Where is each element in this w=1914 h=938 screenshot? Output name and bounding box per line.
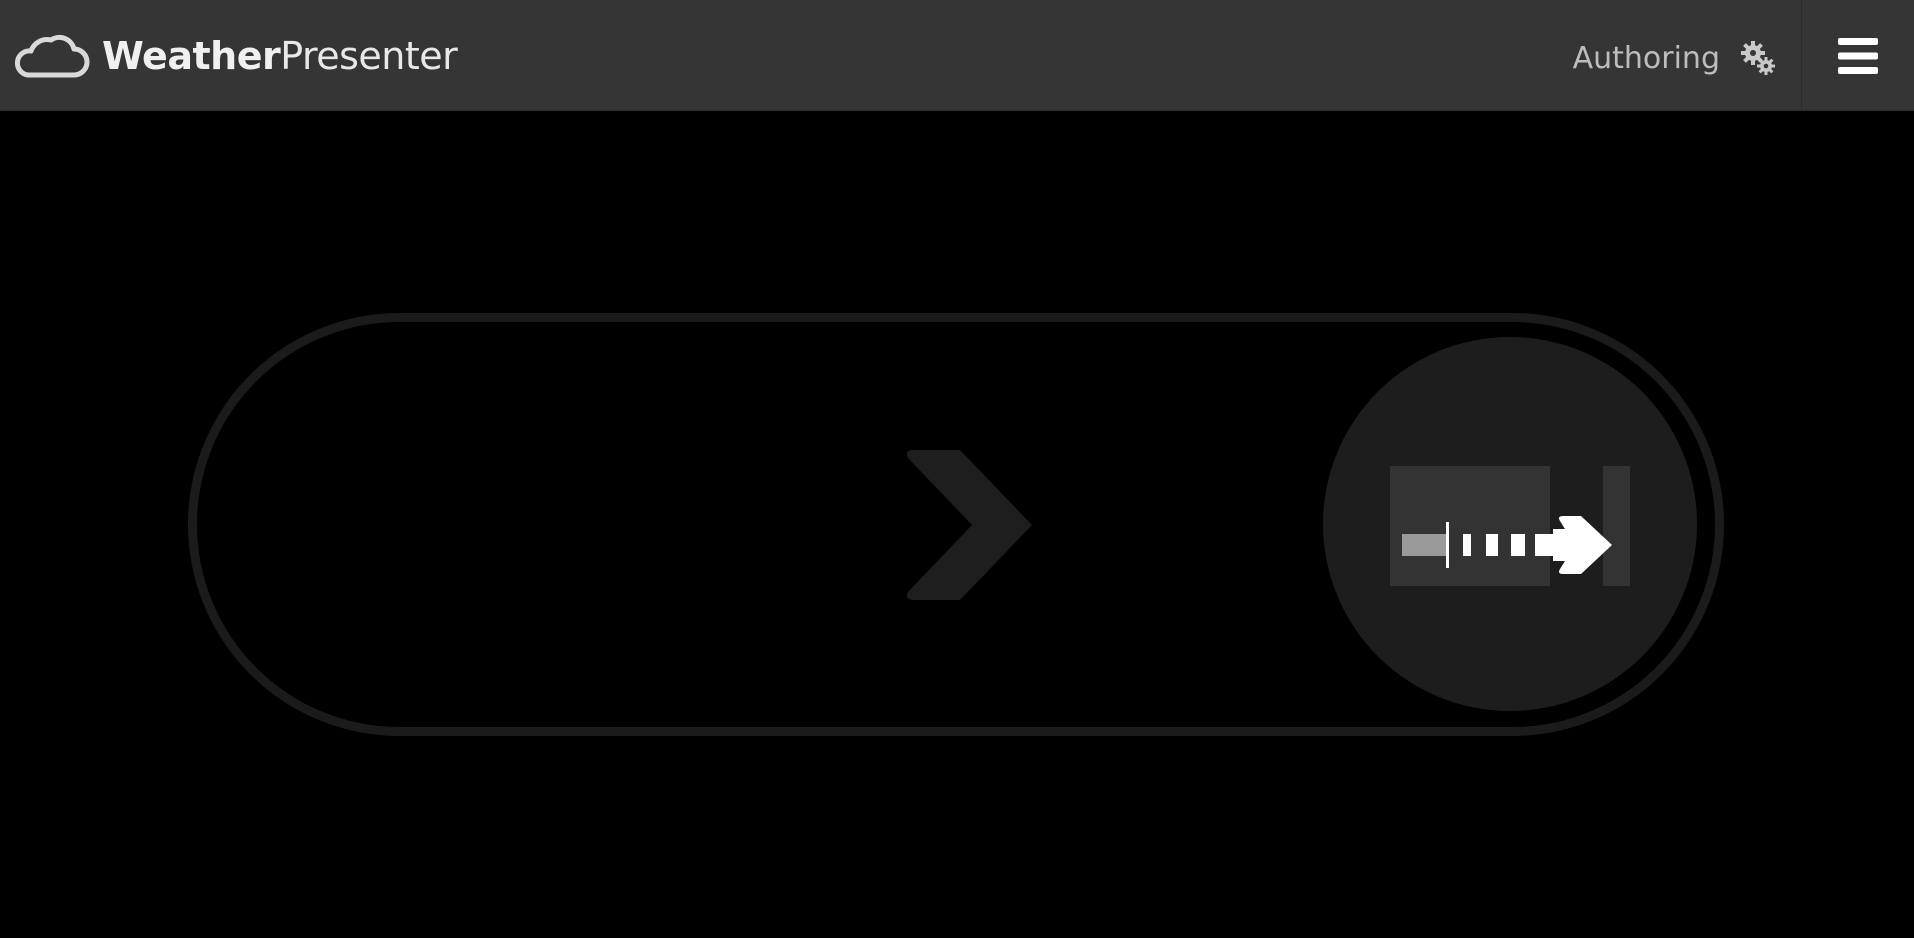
brand-name-light: Presenter xyxy=(280,34,458,78)
chevron-right-icon xyxy=(906,450,1032,600)
brand-name: WeatherPresenter xyxy=(102,30,458,82)
menu-button[interactable] xyxy=(1802,0,1914,111)
cloud-icon xyxy=(14,34,90,78)
mode-switch[interactable]: Authoring xyxy=(1573,34,1776,82)
mode-label: Authoring xyxy=(1572,40,1720,76)
top-bar: WeatherPresenter Authoring xyxy=(0,0,1914,111)
progress-arrow-icon xyxy=(1390,466,1630,586)
swipe-handle[interactable] xyxy=(1323,337,1697,711)
brand-name-strong: Weather xyxy=(102,34,281,78)
brand-logo[interactable]: WeatherPresenter xyxy=(14,30,458,82)
gears-icon xyxy=(1741,41,1775,75)
hamburger-menu-icon xyxy=(1838,37,1878,74)
